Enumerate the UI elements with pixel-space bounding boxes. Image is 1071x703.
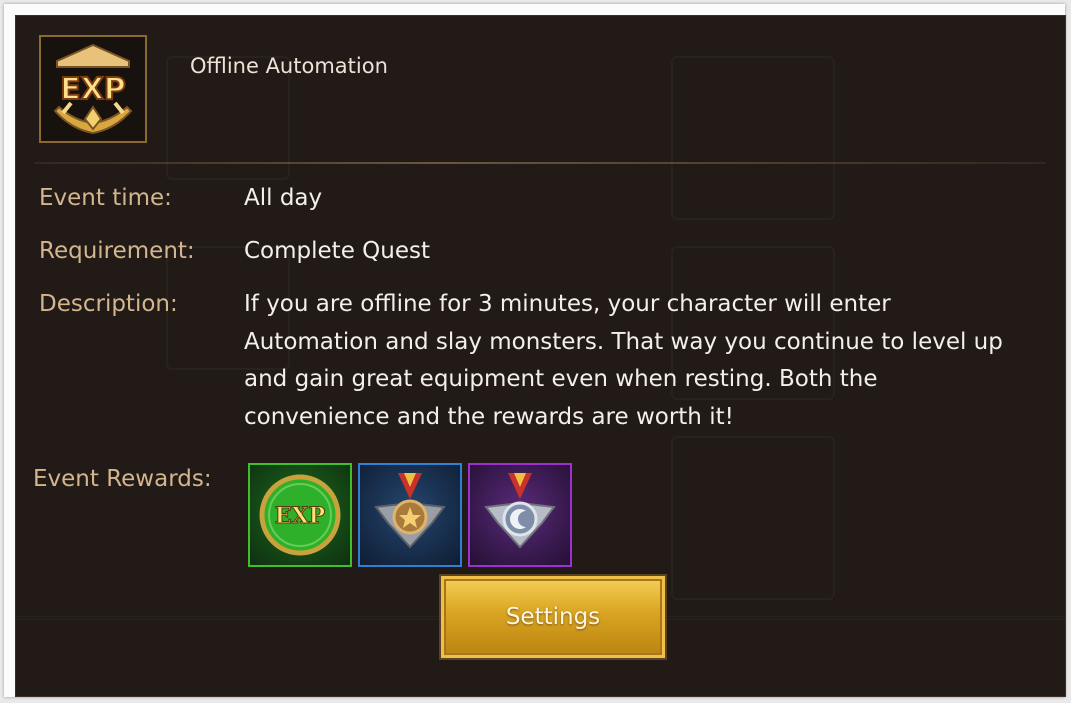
exp-orb-icon: EXP (259, 474, 341, 556)
reward-item-bronze-medal[interactable] (358, 463, 462, 567)
description-label: Description: (39, 291, 178, 317)
reward-item-silver-medal[interactable] (468, 463, 572, 567)
window-frame: EXP Offline Automation Event time: All d… (4, 4, 1066, 697)
requirement-value: Complete Quest (244, 238, 430, 264)
exp-badge-icon: EXP (53, 43, 133, 135)
silver-moon-medal-icon (484, 473, 556, 549)
exp-badge-text: EXP (60, 72, 126, 107)
exp-orb-text: EXP (275, 503, 325, 529)
header-divider (34, 162, 1046, 164)
event-detail-panel: EXP Offline Automation Event time: All d… (15, 15, 1066, 697)
event-icon: EXP (39, 35, 147, 143)
settings-button-label: Settings (505, 604, 601, 630)
event-title: Offline Automation (190, 54, 388, 78)
event-time-value: All day (244, 185, 323, 211)
event-rewards-label: Event Rewards: (33, 466, 212, 492)
event-time-label: Event time: (39, 185, 172, 211)
background-ghost-tile (671, 436, 835, 600)
background-ghost-tile (671, 56, 835, 220)
description-text: If you are offline for 3 minutes, your c… (244, 291, 1003, 430)
settings-button[interactable]: Settings (439, 574, 667, 660)
bronze-medal-icon (374, 473, 446, 549)
reward-item-exp[interactable]: EXP (248, 463, 352, 567)
requirement-label: Requirement: (39, 238, 195, 264)
